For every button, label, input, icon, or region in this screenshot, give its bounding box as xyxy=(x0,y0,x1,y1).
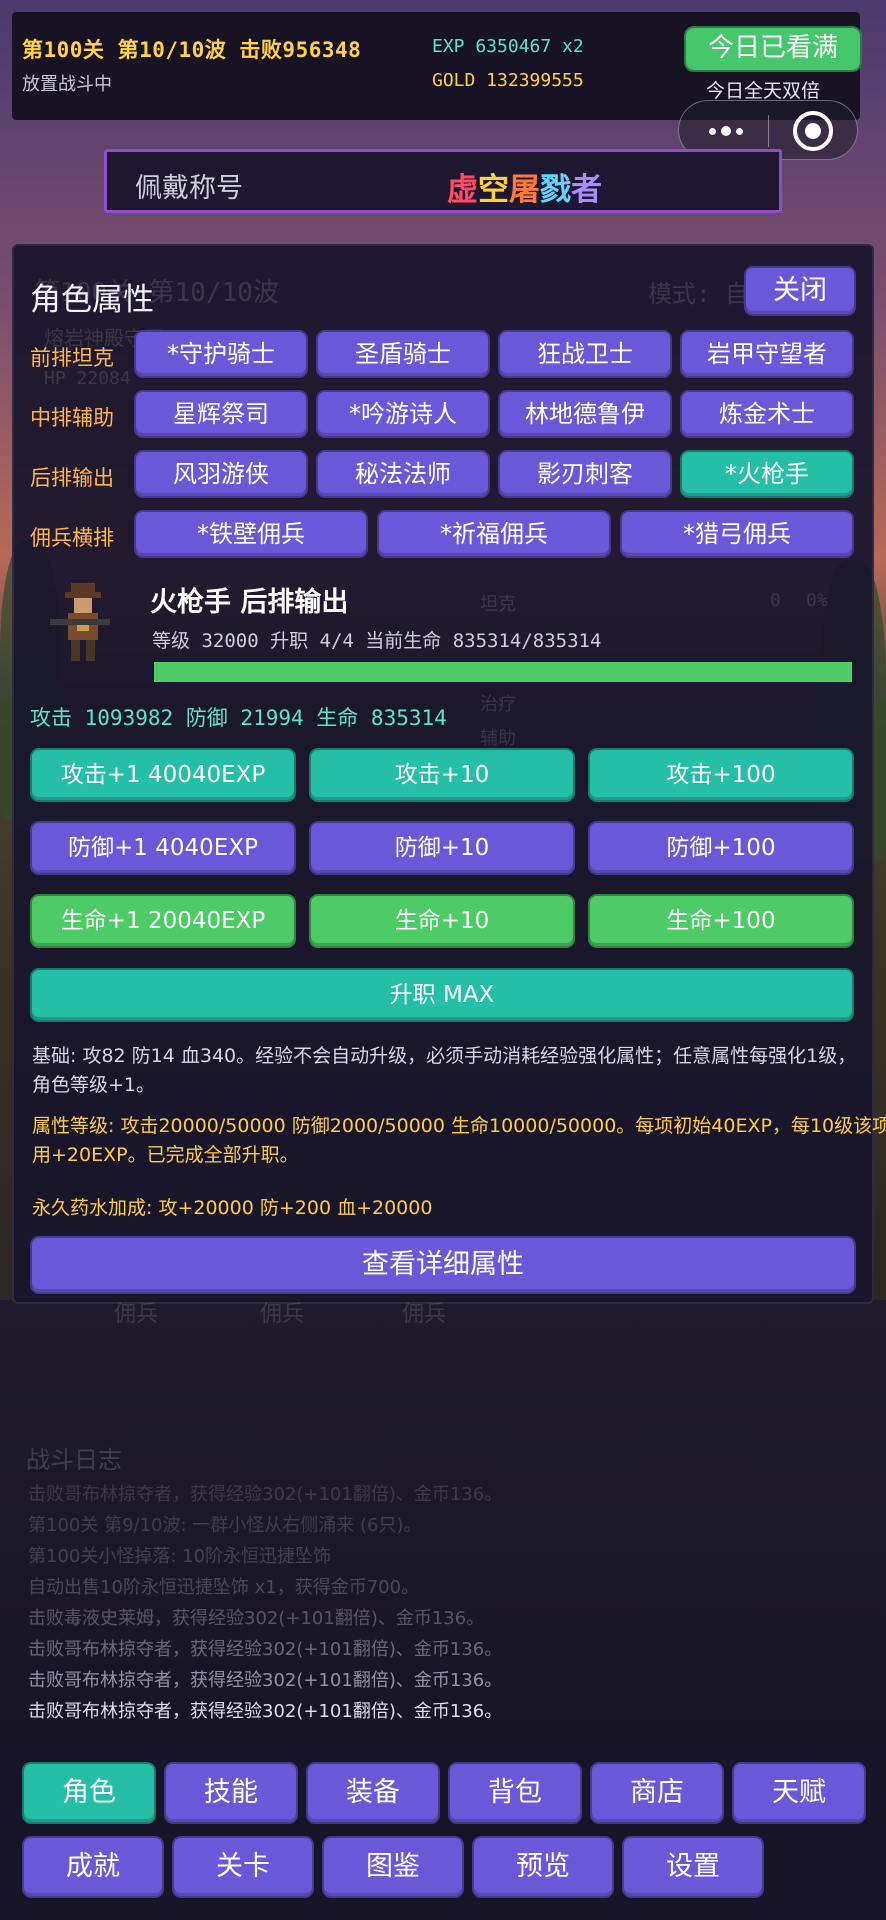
nav-talent[interactable]: 天赋 xyxy=(732,1762,866,1824)
row-label-mercenary: 佣兵横排 xyxy=(30,526,114,550)
battle-log-title: 战斗日志 xyxy=(26,1446,122,1474)
attack-plus-100-button[interactable]: 攻击+100 xyxy=(588,748,854,802)
character-level-info: 等级 32000 升职 4/4 当前生命 835314/835314 xyxy=(152,630,602,652)
equipped-title-value: 虚空屠戮者 xyxy=(447,172,602,208)
row-label-back: 后排输出 xyxy=(30,466,114,490)
hp-bar-fill xyxy=(154,662,852,682)
potion-bonus-note: 永久药水加成: 攻+20000 防+200 血+20000 xyxy=(32,1197,433,1219)
nav-preview[interactable]: 预览 xyxy=(472,1836,614,1898)
nav-stages[interactable]: 关卡 xyxy=(172,1836,314,1898)
gold-counter: GOLD 132399555 xyxy=(432,70,584,91)
character-hp-bar xyxy=(152,660,854,684)
attack-plus-1-button[interactable]: 攻击+1 40040EXP xyxy=(30,748,296,802)
log-line: 击败哥布林掠夺者，获得经验302(+101翻倍)、金币136。 xyxy=(28,1484,503,1505)
nav-backpack[interactable]: 背包 xyxy=(448,1762,582,1824)
nav-character[interactable]: 角色 xyxy=(22,1762,156,1824)
row-label-middle: 中排辅助 xyxy=(30,406,114,430)
hero-bard[interactable]: *吟游诗人 xyxy=(316,390,490,438)
defense-plus-1-button[interactable]: 防御+1 4040EXP xyxy=(30,821,296,875)
daily-ad-button[interactable]: 今日已看满 xyxy=(684,26,862,72)
panel-title: 角色属性 xyxy=(30,282,154,318)
ghost-merc-1: 佣兵 xyxy=(114,1302,159,1327)
close-miniprogram-icon[interactable] xyxy=(793,111,833,151)
log-line: 第100关小怪掉落: 10阶永恒迅捷坠饰 xyxy=(28,1546,332,1567)
musketeer-portrait xyxy=(50,583,110,661)
basic-stats-note: 基础: 攻82 防14 血340。经验不会自动升级，必须手动消耗经验强化属性；任… xyxy=(32,1045,857,1096)
defense-plus-100-button[interactable]: 防御+100 xyxy=(588,821,854,875)
ghost-merc-3: 佣兵 xyxy=(402,1302,447,1327)
hero-shield-knight[interactable]: 圣盾骑士 xyxy=(316,330,490,378)
attribute-level-note: 属性等级: 攻击20000/50000 防御2000/50000 生命10000… xyxy=(32,1115,886,1166)
log-line: 击败毒液史莱姆，获得经验302(+101翻倍)、金币136。 xyxy=(28,1608,485,1629)
hp-plus-100-button[interactable]: 生命+100 xyxy=(588,894,854,948)
log-line: 击败哥布林掠夺者，获得经验302(+101翻倍)、金币136。 xyxy=(28,1670,503,1691)
nav-equipment[interactable]: 装备 xyxy=(306,1762,440,1824)
log-line: 击败哥布林掠夺者，获得经验302(+101翻倍)、金币136。 xyxy=(28,1701,503,1722)
hero-alchemist[interactable]: 炼金术士 xyxy=(680,390,854,438)
exp-counter: EXP 6350467 x2 xyxy=(432,36,584,57)
log-line: 自动出售10阶永恒迅捷坠饰 x1，获得金币700。 xyxy=(28,1577,420,1598)
hero-musketeer-selected[interactable]: *火枪手 xyxy=(680,450,854,498)
ghost-zero: 0 xyxy=(770,590,781,611)
ghost-heal: 治疗 xyxy=(480,694,516,715)
merc-hunter[interactable]: *猎弓佣兵 xyxy=(620,510,854,558)
hero-star-priest[interactable]: 星辉祭司 xyxy=(134,390,308,438)
log-line: 第100关 第9/10波: 一群小怪从右侧涌来 (6只)。 xyxy=(28,1515,422,1536)
nav-skills[interactable]: 技能 xyxy=(164,1762,298,1824)
hero-assassin[interactable]: 影刃刺客 xyxy=(498,450,672,498)
ghost-merc-2: 佣兵 xyxy=(260,1302,305,1327)
character-name: 火枪手 后排输出 xyxy=(150,587,349,618)
ghost-support: 辅助 xyxy=(480,728,516,749)
equipped-title-bar[interactable]: 佩戴称号 虚空屠戮者 xyxy=(104,149,782,213)
nav-shop[interactable]: 商店 xyxy=(590,1762,724,1824)
equipped-title-label: 佩戴称号 xyxy=(135,173,243,204)
log-line: 击败哥布林掠夺者，获得经验302(+101翻倍)、金币136。 xyxy=(28,1639,503,1660)
hero-druid[interactable]: 林地德鲁伊 xyxy=(498,390,672,438)
nav-achievements[interactable]: 成就 xyxy=(22,1836,164,1898)
hero-guardian-knight[interactable]: *守护骑士 xyxy=(134,330,308,378)
hero-ranger[interactable]: 风羽游侠 xyxy=(134,450,308,498)
ghost-pct: 0% xyxy=(806,590,828,611)
character-attribute-summary: 攻击 1093982 防御 21994 生命 835314 xyxy=(30,706,447,730)
more-icon[interactable] xyxy=(701,121,751,141)
promote-button[interactable]: 升职 MAX xyxy=(30,968,854,1022)
close-button[interactable]: 关闭 xyxy=(744,266,856,316)
ghost-mode: 模式: 自 xyxy=(648,280,749,308)
daily-double-note: 今日全天双倍 xyxy=(706,80,821,102)
merc-ironwall[interactable]: *铁壁佣兵 xyxy=(134,510,368,558)
hp-plus-10-button[interactable]: 生命+10 xyxy=(309,894,575,948)
hero-arcane-mage[interactable]: 秘法法师 xyxy=(316,450,490,498)
hero-berserker-guard[interactable]: 狂战卫士 xyxy=(498,330,672,378)
hp-plus-1-button[interactable]: 生命+1 20040EXP xyxy=(30,894,296,948)
character-attributes-panel: 第100关 第10/10波 模式: 自 熔岩神殿守卫 HP 22084 坦克 0… xyxy=(12,244,886,1304)
defense-plus-10-button[interactable]: 防御+10 xyxy=(309,821,575,875)
stage-progress: 第100关 第10/10波 击败956348 xyxy=(22,38,362,62)
ghost-tank: 坦克 xyxy=(480,594,516,615)
merc-blessing[interactable]: *祈福佣兵 xyxy=(377,510,611,558)
attack-plus-10-button[interactable]: 攻击+10 xyxy=(309,748,575,802)
battle-status: 放置战斗中 xyxy=(22,74,112,95)
nav-settings[interactable]: 设置 xyxy=(622,1836,764,1898)
view-detail-attributes-button[interactable]: 查看详细属性 xyxy=(30,1236,856,1294)
row-label-front: 前排坦克 xyxy=(30,346,114,370)
hero-rock-watcher[interactable]: 岩甲守望者 xyxy=(680,330,854,378)
nav-codex[interactable]: 图鉴 xyxy=(322,1836,464,1898)
